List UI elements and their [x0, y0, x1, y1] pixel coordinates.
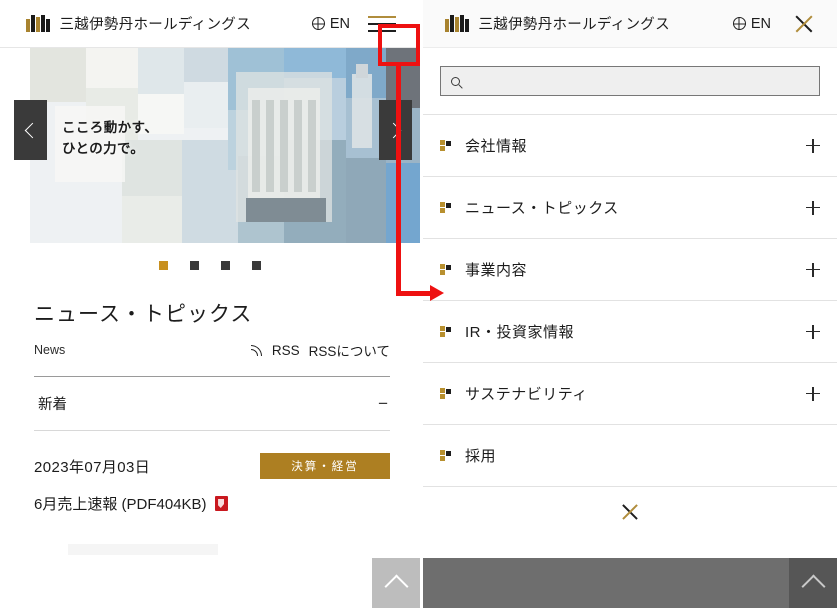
menu-item-company-info[interactable]: 会社情報 — [423, 115, 837, 177]
news-item-title: 6月売上速報 (PDF404KB) — [34, 496, 207, 513]
site-brand-name: 三越伊勢丹ホールディングス — [59, 17, 251, 33]
news-section: ニュース・トピックス News RSS RSSについて 新着 − 2023年07… — [0, 270, 420, 555]
bottom-gray-overlay — [423, 558, 837, 608]
annotation-highlight-box — [378, 24, 420, 66]
expand-plus-icon[interactable] — [806, 324, 820, 339]
menu-item-sustainability[interactable]: サステナビリティ — [423, 363, 837, 425]
rss-link[interactable]: RSS — [272, 343, 300, 358]
chevron-left-icon — [24, 122, 41, 138]
search-magnifier-icon — [451, 76, 460, 86]
screenshot-root: 三越伊勢丹ホールディングス EN こころ動かす、 ひとの力で。 ニュース・トピッ… — [0, 0, 837, 608]
menu-item-label: 事業内容 — [465, 262, 528, 279]
hero-headline-line1: こころ動かす、 — [62, 120, 159, 135]
menu-item-business[interactable]: 事業内容 — [423, 239, 837, 301]
news-filter-accordion[interactable]: 新着 − — [34, 377, 390, 431]
news-item-title-row[interactable]: 6月売上速報 (PDF404KB) — [34, 493, 390, 514]
site-header: 三越伊勢丹ホールディングス EN — [0, 0, 420, 48]
annotation-arrow-vertical — [396, 66, 401, 294]
pdf-icon — [214, 496, 228, 511]
expand-plus-icon[interactable] — [806, 386, 820, 401]
news-item-category-badge: 決算・経営 — [260, 453, 390, 479]
square-bullet-icon — [440, 450, 451, 461]
mitsukoshi-isetan-bars-logo-icon — [26, 15, 50, 32]
expand-plus-icon[interactable] — [806, 138, 820, 153]
menu-panel-brand-name: 三越伊勢丹ホールディングス — [478, 17, 670, 33]
menu-item-label: サステナビリティ — [465, 386, 588, 403]
square-bullet-icon — [440, 202, 451, 213]
website-page: 三越伊勢丹ホールディングス EN こころ動かす、 ひとの力で。 ニュース・トピッ… — [0, 0, 420, 608]
menu-item-list: 会社情報 ニュース・トピックス 事業内容 IR・投資家情報 サステナビリティ 採… — [423, 114, 837, 487]
globe-icon — [732, 17, 746, 30]
annotation-arrow-head — [430, 285, 444, 301]
mitsukoshi-isetan-bars-logo-icon — [445, 15, 469, 32]
hero-headline: こころ動かす、 ひとの力で。 — [62, 118, 158, 160]
search-box[interactable] — [440, 66, 820, 96]
carousel-dot-1[interactable] — [159, 261, 168, 270]
news-item-meta: 2023年07月03日 決算・経営 — [34, 453, 390, 479]
menu-language-switch-button[interactable]: EN — [732, 15, 771, 32]
menu-item-label: IR・投資家情報 — [465, 324, 575, 341]
news-section-subtitle: News — [34, 343, 66, 357]
menu-item-label: 会社情報 — [465, 138, 528, 155]
hamburger-bar-top — [368, 15, 396, 18]
square-bullet-icon — [440, 326, 451, 337]
carousel-dot-4[interactable] — [252, 261, 261, 270]
menu-bottom-close-row[interactable] — [423, 487, 837, 537]
carousel-dot-3[interactable] — [221, 261, 230, 270]
menu-item-label: 採用 — [465, 448, 497, 465]
menu-item-recruit[interactable]: 採用 — [423, 425, 837, 487]
language-switch-button[interactable]: EN — [311, 15, 350, 32]
expand-plus-icon[interactable] — [806, 200, 820, 215]
menu-bottom-close-button[interactable] — [620, 502, 640, 522]
news-filter-label: 新着 — [38, 397, 67, 413]
menu-language-label: EN — [750, 15, 771, 32]
expand-plus-icon[interactable] — [806, 262, 820, 277]
menu-panel-header: 三越伊勢丹ホールディングス EN — [423, 0, 837, 48]
carousel-pagination — [0, 243, 420, 270]
scroll-to-top-button-left[interactable] — [372, 558, 420, 608]
chevron-up-icon — [800, 574, 826, 599]
scroll-to-top-button-right[interactable] — [789, 558, 837, 608]
news-item-date: 2023年07月03日 — [34, 458, 151, 476]
rss-about-link[interactable]: RSSについて — [309, 340, 390, 360]
news-section-title: ニュース・トピックス — [34, 303, 253, 326]
rss-icon — [250, 344, 263, 357]
square-bullet-icon — [440, 140, 451, 151]
menu-close-button[interactable] — [793, 13, 815, 35]
global-menu-panel: 三越伊勢丹ホールディングス EN 会社情報 ニュース・トピックス 事業内容 IR… — [423, 0, 837, 608]
menu-search-area — [423, 48, 837, 96]
menu-item-news-topics[interactable]: ニュース・トピックス — [423, 177, 837, 239]
hero-headline-line2: ひとの力で。 — [62, 140, 145, 156]
news-filter-toggle-icon: − — [378, 394, 388, 413]
news-list-item[interactable]: 2023年07月03日 決算・経営 6月売上速報 (PDF404KB) — [34, 431, 390, 514]
globe-icon — [311, 17, 325, 30]
site-logo[interactable]: 三越伊勢丹ホールディングス — [26, 13, 251, 34]
menu-item-ir-investors[interactable]: IR・投資家情報 — [423, 301, 837, 363]
menu-item-label: ニュース・トピックス — [465, 200, 619, 217]
carousel-dot-2[interactable] — [190, 261, 199, 270]
menu-panel-logo[interactable]: 三越伊勢丹ホールディングス — [445, 13, 670, 34]
news-subheader: News RSS RSSについて — [34, 340, 390, 360]
news-next-item-cutoff — [34, 544, 390, 555]
square-bullet-icon — [440, 264, 451, 275]
hero-carousel[interactable]: こころ動かす、 ひとの力で。 — [0, 48, 420, 243]
menu-panel-header-actions: EN — [732, 13, 837, 35]
carousel-prev-button[interactable] — [14, 100, 47, 160]
language-label: EN — [329, 15, 350, 32]
chevron-up-icon — [383, 574, 409, 599]
cutoff-text-placeholder — [68, 544, 218, 555]
square-bullet-icon — [440, 388, 451, 399]
rss-links: RSS RSSについて — [250, 340, 390, 360]
search-input[interactable] — [469, 73, 809, 89]
